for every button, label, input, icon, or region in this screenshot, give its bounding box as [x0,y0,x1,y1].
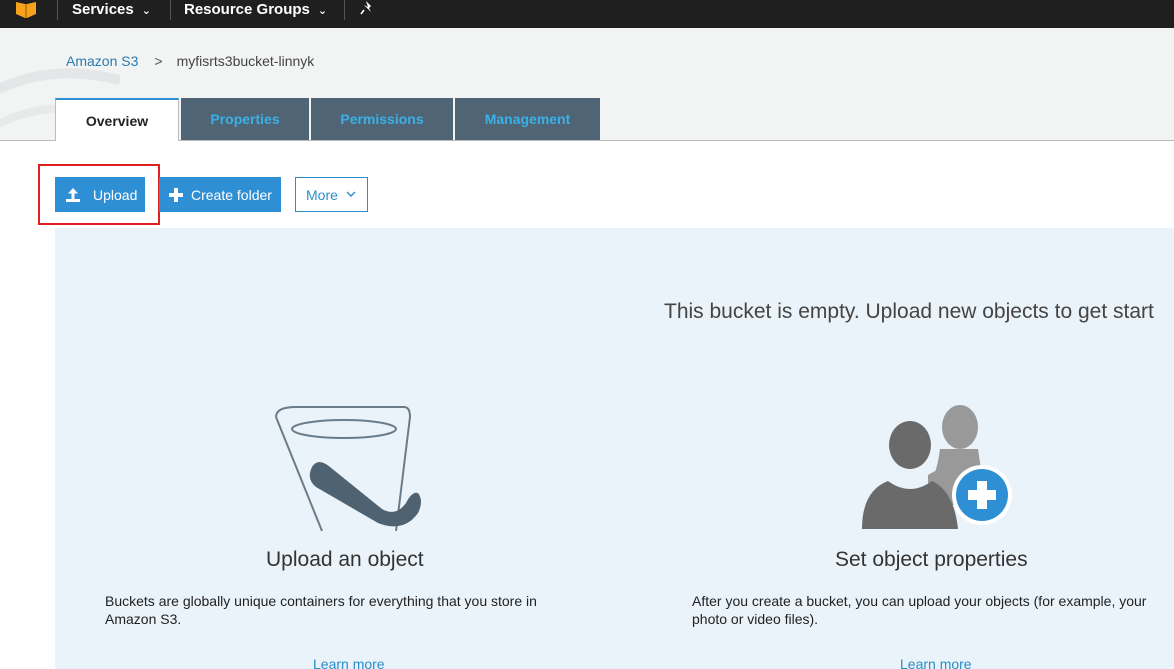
nav-divider [344,0,345,20]
breadcrumb-separator: > [154,53,163,69]
services-label: Services [72,0,134,18]
breadcrumb: Amazon S3 > myfisrts3bucket-linnyk [66,53,314,69]
upload-object-learn-more-link[interactable]: Learn more [313,656,385,669]
people-add-illustration-icon [862,405,1012,529]
more-button-label: More [306,186,338,203]
top-navigation-bar: Services ⌄ Resource Groups ⌄ [0,0,1174,28]
breadcrumb-current-bucket: myfisrts3bucket-linnyk [176,53,315,69]
nav-divider [57,0,58,20]
breadcrumb-amazon-s3-link[interactable]: Amazon S3 [66,53,138,69]
set-object-properties-description: After you create a bucket, you can uploa… [692,592,1172,628]
set-object-properties-description-line: After you create a bucket, you can uploa… [692,593,1147,609]
resource-groups-label: Resource Groups [184,0,310,18]
upload-object-description: Buckets are globally unique containers f… [105,592,565,628]
set-object-properties-description-line: photo or video files). [692,611,819,627]
tab-permissions[interactable]: Permissions [311,98,453,140]
upload-object-title: Upload an object [266,548,424,571]
upload-button-label: Upload [93,186,138,203]
chevron-down-icon: ⌄ [317,4,328,17]
create-folder-button-label: Create folder [191,186,272,203]
more-dropdown-button[interactable]: More [295,177,368,212]
set-object-properties-learn-more-link[interactable]: Learn more [900,656,972,669]
set-object-properties-title: Set object properties [835,548,1028,571]
chevron-down-icon: ⌄ [141,4,151,17]
empty-bucket-message: This bucket is empty. Upload new objects… [664,300,1154,323]
chevron-down-icon [346,191,356,197]
create-folder-button[interactable]: Create folder [159,177,281,212]
upload-object-description-line: Buckets are globally unique containers f… [105,593,537,609]
tab-properties[interactable]: Properties [181,98,309,140]
plus-icon [169,187,183,202]
upload-icon [66,187,80,202]
pin-icon[interactable] [360,0,376,16]
nav-divider [170,0,171,20]
tab-overview[interactable]: Overview [55,98,179,141]
upload-object-description-line: Amazon S3. [105,611,182,627]
aws-logo-icon[interactable] [14,0,40,18]
bucket-illustration-icon [275,406,421,531]
resource-groups-menu[interactable]: Resource Groups ⌄ [184,0,327,18]
upload-button[interactable]: Upload [55,177,145,212]
services-menu[interactable]: Services ⌄ [72,0,151,18]
tab-management[interactable]: Management [455,98,600,140]
